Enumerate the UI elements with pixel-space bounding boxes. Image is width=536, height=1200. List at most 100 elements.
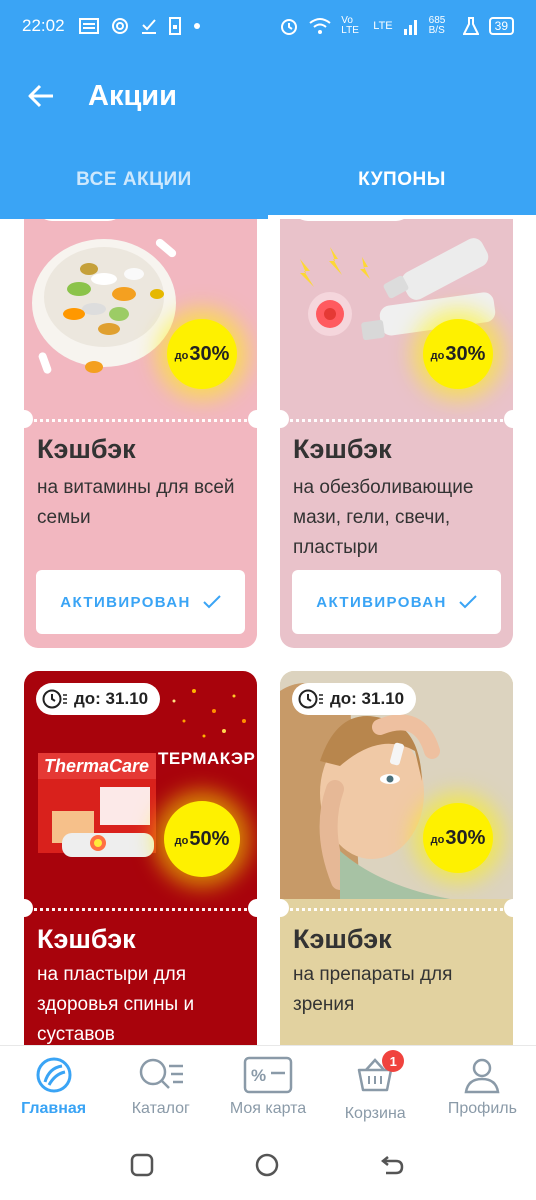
app-bar: 22:02 Vo LTE LTE 685 B/S 39 Акции ВСЕ АК… <box>0 0 536 219</box>
back-button[interactable] <box>24 79 58 113</box>
news-icon <box>78 18 99 34</box>
nav-label: Моя карта <box>229 1100 307 1117</box>
card-divider <box>290 908 503 911</box>
at-icon <box>111 18 128 34</box>
activated-label: АКТИВИРОВАН <box>316 593 447 611</box>
expiry-date: до: 31.10 <box>330 689 405 708</box>
volte-label: Vo LTE <box>341 15 359 36</box>
tab-all-promotions[interactable]: ВСЕ АКЦИИ <box>0 148 268 219</box>
coupon-card-back-patches[interactable]: ThermaCare ТЕРМАКЭР до: 31.10 до 50% Кэш… <box>24 671 257 1045</box>
svg-text:%: % <box>251 1066 266 1085</box>
tab-bar: ВСЕ АКЦИИ КУПОНЫ <box>0 148 536 219</box>
activated-button[interactable]: АКТИВИРОВАН <box>36 570 245 634</box>
title-bar: Акции <box>0 60 536 132</box>
date-pill-partial <box>36 219 124 221</box>
expiry-date-pill: до: 31.10 <box>36 683 161 715</box>
badge-value: 30% <box>445 826 486 849</box>
date-pill-partial <box>292 219 412 221</box>
badge-prefix: до <box>174 350 189 362</box>
thermacare-image: ThermaCare ТЕРМАКЭР до: 31.10 до 50% <box>24 671 257 899</box>
card-description: на пластыри для здоровья спины и суставо… <box>37 964 195 1045</box>
discount-badge: до 30% <box>423 319 493 389</box>
home-circle-icon[interactable] <box>254 1152 280 1178</box>
card-description: на препараты для зрения <box>293 964 453 1015</box>
badge-value: 30% <box>189 342 230 365</box>
badge-value: 50% <box>189 827 230 850</box>
wifi-icon <box>309 18 331 34</box>
screen: 22:02 Vo LTE LTE 685 B/S 39 Акции ВСЕ АК… <box>0 0 536 1200</box>
nav-label: Корзина <box>344 1105 406 1122</box>
card-divider <box>34 908 247 911</box>
activated-label: АКТИВИРОВАН <box>60 593 191 611</box>
activated-button[interactable]: АКТИВИРОВАН <box>292 570 501 634</box>
expiry-date: до: 31.10 <box>74 689 149 708</box>
system-navigation <box>0 1130 536 1200</box>
vitamins-image: до 30% <box>24 219 257 409</box>
nav-profile[interactable]: Профиль <box>429 1046 536 1130</box>
thermacare-brand: ThermaCare <box>44 756 149 776</box>
discount-badge: до 50% <box>164 801 240 877</box>
status-bar: 22:02 Vo LTE LTE 685 B/S 39 <box>0 0 536 52</box>
back-nav-icon[interactable] <box>380 1153 406 1177</box>
nav-cart[interactable]: 1 Корзина <box>322 1046 429 1130</box>
profile-icon <box>464 1058 500 1094</box>
coupon-card-vitamins[interactable]: до 30% Кэшбэк на витамины для всей семьи … <box>24 219 257 648</box>
discount-badge: до 30% <box>167 319 237 389</box>
badge-value: 30% <box>445 342 486 365</box>
eye-drops-image: до: 31.10 до 30% <box>280 671 513 899</box>
card-heading: Кэшбэк <box>293 924 392 954</box>
bottom-navigation: Главная Каталог % Моя карта 1 Корзина Пр… <box>0 1045 536 1130</box>
notification-icons <box>78 17 201 35</box>
speed-label: 685 B/S <box>428 15 446 36</box>
alarm-icon <box>281 19 298 35</box>
badge-prefix: до <box>430 834 445 846</box>
page-title: Акции <box>88 79 177 112</box>
card-heading: Кэшбэк <box>37 434 136 464</box>
card-notch-right <box>504 899 513 917</box>
check-download-icon <box>141 19 156 34</box>
clock-icon <box>42 689 67 709</box>
card-notch-right <box>504 410 513 428</box>
card-notch-left <box>24 899 33 917</box>
coupons-list[interactable]: до 30% Кэшбэк на витамины для всей семьи … <box>0 219 536 1045</box>
card-notch-left <box>280 899 289 917</box>
cart-icon-wrap: 1 <box>356 1050 405 1099</box>
card-heading: Кэшбэк <box>293 434 392 464</box>
lte-label: LTE <box>373 20 393 32</box>
card-notch-right <box>248 899 257 917</box>
catalog-search-icon <box>139 1058 183 1089</box>
cart-count-badge: 1 <box>382 1050 405 1072</box>
arrow-left-icon <box>28 84 53 108</box>
card-notch-left <box>24 410 33 428</box>
discount-card-icon: % <box>243 1056 293 1094</box>
tab-coupons[interactable]: КУПОНЫ <box>268 148 536 219</box>
nav-label: Главная <box>21 1100 87 1117</box>
battery-indicator: 39 <box>488 17 514 35</box>
flask-icon <box>462 17 479 35</box>
check-icon <box>203 595 221 609</box>
coupon-card-vision[interactable]: до: 31.10 до 30% Кэшбэк на препараты для … <box>280 671 513 1045</box>
nav-catalog[interactable]: Каталог <box>107 1046 214 1130</box>
nav-my-card[interactable]: % Моя карта <box>214 1046 321 1130</box>
ointment-image: до 30% <box>280 219 513 409</box>
status-time: 22:02 <box>22 16 65 35</box>
expiry-date-pill: до: 31.10 <box>292 683 417 715</box>
system-status: Vo LTE LTE 685 B/S 39 <box>279 16 514 36</box>
card-heading: Кэшбэк <box>37 924 136 954</box>
badge-prefix: до <box>430 350 445 362</box>
card-description: на обезболивающие мази, гели, свечи, пла… <box>293 477 474 558</box>
card-notch-right <box>248 410 257 428</box>
recents-icon[interactable] <box>130 1153 154 1177</box>
clock-icon <box>298 689 323 709</box>
nav-home[interactable]: Главная <box>0 1046 107 1130</box>
discount-badge: до 30% <box>423 803 493 873</box>
nav-label: Профиль <box>447 1100 517 1117</box>
coupon-card-pain-relief[interactable]: до 30% Кэшбэк на обезболивающие мази, гел… <box>280 219 513 648</box>
nav-label: Каталог <box>131 1100 190 1117</box>
card-notch-left <box>280 410 289 428</box>
card-divider <box>290 419 503 422</box>
card-divider <box>34 419 247 422</box>
signal-icon <box>403 20 417 35</box>
dot-icon <box>193 23 200 29</box>
home-icon <box>36 1057 72 1093</box>
